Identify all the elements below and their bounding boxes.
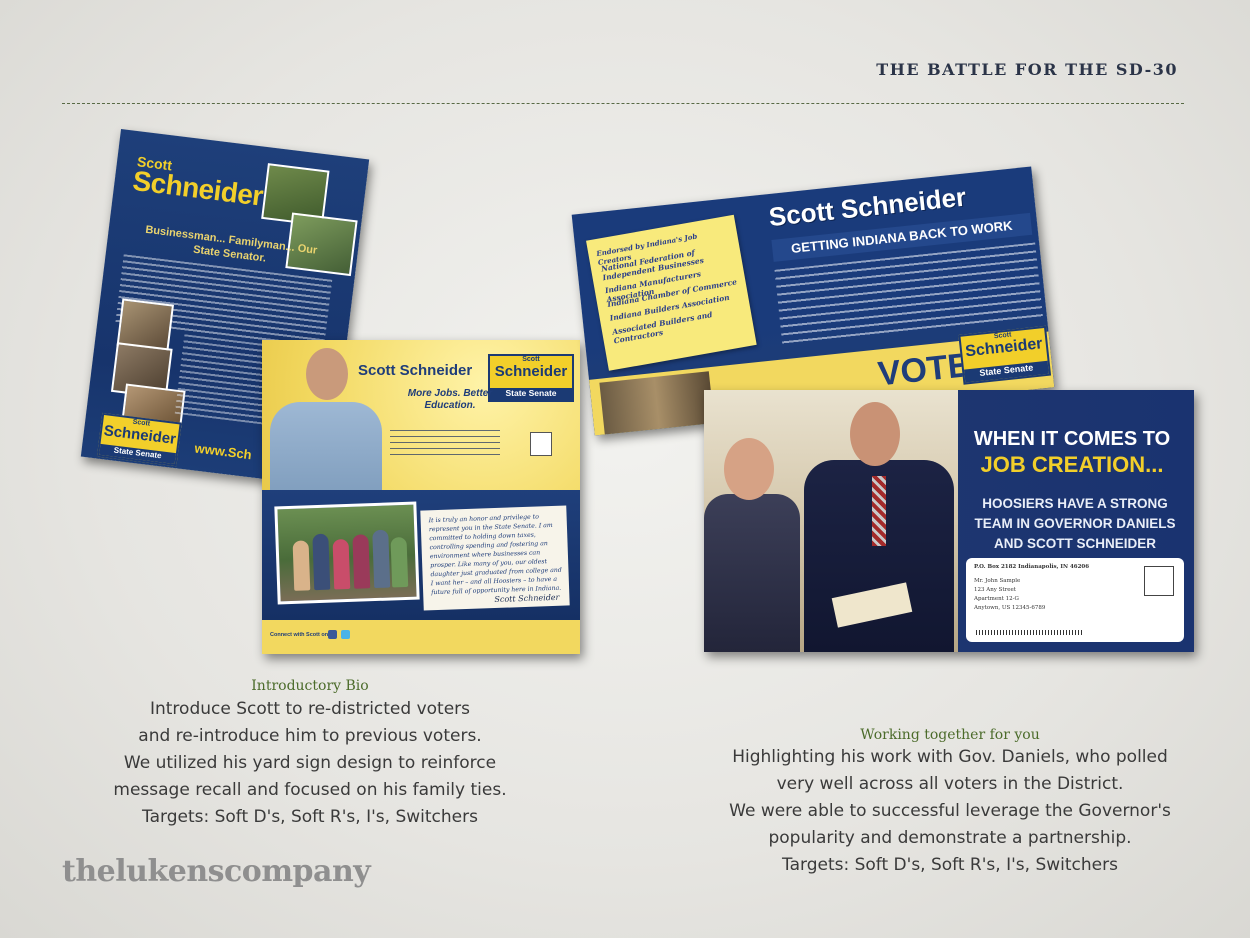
left-caption: Introduce Scott to re-districted voters … [60, 696, 560, 831]
mailer-strip-photo [599, 371, 715, 435]
address-line: Apartment 12-G [974, 596, 1019, 602]
page-title: THE BATTLE FOR THE SD-30 [876, 60, 1178, 79]
left-caption-heading: Introductory Bio [251, 678, 369, 694]
return-address: P.O. Box 2182 Indianapolis, IN 46206 [974, 564, 1090, 570]
caption-line: We were able to successful leverage the … [729, 801, 1171, 821]
right-caption: Highlighting his work with Gov. Daniels,… [690, 744, 1210, 879]
signature: Scott Schneider [494, 592, 560, 605]
right-caption-heading: Working together for you [860, 727, 1040, 743]
mailer-candidate-name: Scott Schneider [358, 362, 473, 379]
address-line: 123 Any Street [974, 587, 1016, 593]
endorsements-sticky-note: Endorsed by Indiana's Job Creators Natio… [586, 214, 757, 371]
logo-first-name: Scott [522, 356, 540, 363]
caption-line: popularity and demonstrate a partnership… [768, 828, 1132, 848]
header-divider [62, 103, 1184, 104]
governor-photo [704, 390, 958, 652]
caption-line: Introduce Scott to re-districted voters [149, 699, 471, 719]
brochure-yard-sign-logo: Scott Schneider State Senate [96, 412, 182, 467]
logo-office: State Senate [99, 443, 176, 465]
brochure-website: www.Sch [193, 440, 253, 463]
address-panel: P.O. Box 2182 Indianapolis, IN 46206 Mr.… [966, 558, 1184, 642]
caption-line: Targets: Soft D's, Soft R's, I's, Switch… [142, 807, 478, 827]
partnership-mailer-front: WHEN IT COMES TO JOB CREATION... HOOSIER… [704, 390, 1194, 652]
twitter-icon [341, 630, 350, 639]
headline-line-1: WHEN IT COMES TO [973, 428, 1171, 450]
bio-mailer-front: Scott Schneider Scott Schneider State Se… [262, 340, 580, 654]
headline-line-2: JOB CREATION... [980, 452, 1164, 477]
family-photo [274, 501, 420, 605]
subhead: HOOSIERS HAVE A STRONG TEAM IN GOVERNOR … [974, 496, 1176, 551]
postage-indicia [530, 432, 552, 456]
postage-indicia [1144, 566, 1174, 596]
mailer-tagline: More Jobs. Better Education. [407, 388, 493, 411]
caption-line: very well across all voters in the Distr… [776, 774, 1124, 794]
logo-last-name: Schneider [494, 363, 568, 380]
caption-line: and re-introduce him to previous voters. [138, 726, 482, 746]
facebook-icon [328, 630, 337, 639]
handwritten-note: It is truly an honor and privilege to re… [420, 505, 570, 611]
caption-line: Targets: Soft D's, Soft R's, I's, Switch… [782, 855, 1118, 875]
caption-line: Highlighting his work with Gov. Daniels,… [732, 747, 1168, 767]
brochure-last-name: Schneider [130, 164, 265, 212]
address-line: Anytown, US 12345-6789 [974, 605, 1046, 611]
postal-barcode [976, 630, 1084, 635]
note-text: It is truly an honor and privilege to re… [428, 513, 562, 597]
address-line: Mr. John Sample [974, 578, 1021, 584]
caption-line: message recall and focused on his family… [113, 780, 507, 800]
mailer-yard-sign-logo: Scott Schneider State Senate [958, 325, 1052, 385]
mailer-address-block [390, 430, 500, 458]
caption-line: We utilized his yard sign design to rein… [123, 753, 497, 773]
connect-text: Connect with Scott on: [270, 632, 330, 638]
company-logo: thelukenscompany [62, 854, 371, 889]
